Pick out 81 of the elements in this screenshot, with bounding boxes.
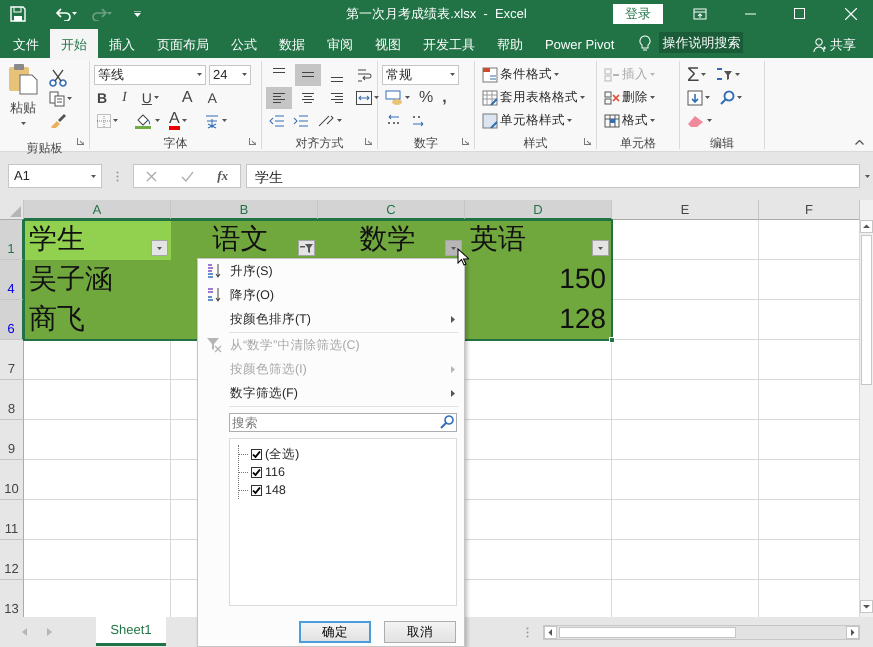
group-label: 剪贴板 bbox=[26, 140, 64, 157]
table-cell: 150 bbox=[465, 260, 612, 300]
row-header[interactable]: 7 bbox=[0, 340, 24, 380]
number-format-dropdown[interactable]: 常规 bbox=[382, 64, 459, 84]
formula-input[interactable]: 学生 bbox=[246, 164, 860, 188]
window-title: 第一次月考成绩表.xlsx - Excel bbox=[346, 5, 527, 23]
search-field[interactable]: 搜索 bbox=[229, 413, 457, 432]
ribbon-tab[interactable]: 数据 bbox=[268, 29, 316, 60]
menu-item: 按颜色筛选(I) bbox=[198, 357, 464, 381]
italic-button[interactable]: I bbox=[119, 87, 130, 108]
shrink-font-button[interactable]: A bbox=[204, 87, 220, 108]
name-box[interactable]: A1 bbox=[8, 164, 102, 188]
ribbon-tab[interactable]: 审阅 bbox=[316, 29, 364, 60]
style-command[interactable]: 单元格样式 bbox=[479, 110, 575, 131]
group-label: 字体 bbox=[162, 135, 188, 152]
font-size-dropdown[interactable]: 24 bbox=[209, 64, 251, 84]
grow-font-button[interactable]: A bbox=[178, 87, 196, 108]
bold-button[interactable]: B bbox=[94, 87, 110, 108]
ribbon-tab[interactable]: 开发工具 bbox=[412, 29, 486, 60]
column-header[interactable]: E bbox=[612, 200, 759, 220]
checkbox-label[interactable]: 148 bbox=[265, 480, 286, 500]
table-cell: 128 bbox=[465, 300, 612, 340]
ribbon-tab[interactable]: 文件 bbox=[2, 29, 50, 60]
row-header[interactable]: 6 bbox=[0, 300, 24, 340]
cell-command[interactable]: 删除 bbox=[601, 87, 658, 108]
paste-button[interactable]: 粘贴 bbox=[4, 63, 42, 137]
sheet-tab[interactable]: Sheet1 bbox=[96, 616, 166, 646]
row-header[interactable]: 9 bbox=[0, 420, 24, 460]
checkbox-label[interactable]: 116 bbox=[265, 462, 285, 482]
group-label: 数字 bbox=[413, 135, 439, 152]
ribbon-tab[interactable]: 视图 bbox=[364, 29, 412, 60]
column-header[interactable]: A bbox=[24, 200, 171, 220]
table-cell: 商飞 bbox=[24, 300, 171, 340]
menu-item[interactable]: 按颜色排序(T) bbox=[198, 307, 464, 331]
tell-me-search[interactable]: 操作说明搜索 bbox=[659, 32, 744, 54]
column-header[interactable]: C bbox=[318, 200, 465, 220]
ribbon-tab[interactable]: 帮助 bbox=[486, 29, 534, 60]
header-text: 语文 bbox=[212, 223, 268, 254]
row-header[interactable]: 10 bbox=[0, 460, 24, 500]
underline-button[interactable]: U bbox=[138, 87, 162, 108]
font-color-button[interactable]: A bbox=[166, 110, 190, 131]
row-header[interactable]: 8 bbox=[0, 380, 24, 420]
sign-in-button[interactable]: 登录 bbox=[613, 4, 663, 24]
header-text: 英语 bbox=[470, 223, 526, 254]
ribbon-tab[interactable]: 插入 bbox=[98, 29, 146, 60]
style-command[interactable]: 套用表格格式 bbox=[479, 87, 588, 108]
comma-button[interactable]: , bbox=[439, 87, 450, 108]
share-button[interactable]: 共享 bbox=[802, 29, 867, 60]
checkbox-label[interactable]: (全选) bbox=[265, 444, 300, 464]
dialog-button[interactable]: 取消 bbox=[384, 621, 456, 643]
row-header[interactable]: 4 bbox=[0, 260, 24, 300]
insert-function-button[interactable]: fx bbox=[217, 166, 228, 186]
ribbon-tab[interactable]: 公式 bbox=[220, 29, 268, 60]
group-label: 单元格 bbox=[619, 135, 657, 152]
menu-item[interactable]: 升序(S) bbox=[198, 259, 464, 283]
group-label: 样式 bbox=[522, 135, 548, 152]
column-header[interactable]: D bbox=[465, 200, 612, 220]
menu-item[interactable]: 降序(O) bbox=[198, 283, 464, 307]
menu-item: 从“数学”中清除筛选(C) bbox=[198, 333, 464, 357]
header-text: 数学 bbox=[360, 223, 416, 254]
menu-item[interactable]: 数字筛选(F) bbox=[198, 381, 464, 405]
font-name-dropdown[interactable]: 等线 bbox=[94, 64, 206, 84]
row-header[interactable]: 12 bbox=[0, 540, 24, 580]
row-header[interactable]: 11 bbox=[0, 500, 24, 540]
table-cell: 吴子涵 bbox=[24, 260, 171, 300]
ribbon-tab[interactable]: Power Pivot bbox=[534, 29, 626, 60]
dialog-button[interactable]: 确定 bbox=[299, 621, 371, 643]
ribbon-tab[interactable]: 开始 bbox=[50, 29, 98, 60]
cell-command[interactable]: 格式 bbox=[601, 110, 658, 131]
group-label: 编辑 bbox=[709, 135, 735, 152]
style-command[interactable]: 条件格式 bbox=[479, 64, 562, 85]
cell-command: 插入 bbox=[601, 64, 658, 85]
header-text: 学生 bbox=[29, 223, 85, 254]
column-header[interactable]: B bbox=[171, 200, 318, 220]
column-header[interactable]: F bbox=[759, 200, 860, 220]
group-label: 对齐方式 bbox=[294, 135, 344, 152]
percent-button[interactable]: % bbox=[416, 87, 436, 108]
row-header[interactable]: 13 bbox=[0, 580, 24, 617]
row-header[interactable]: 1 bbox=[0, 220, 24, 260]
ribbon-tab[interactable]: 页面布局 bbox=[146, 29, 220, 60]
autosum-button[interactable]: Σ bbox=[684, 64, 710, 85]
